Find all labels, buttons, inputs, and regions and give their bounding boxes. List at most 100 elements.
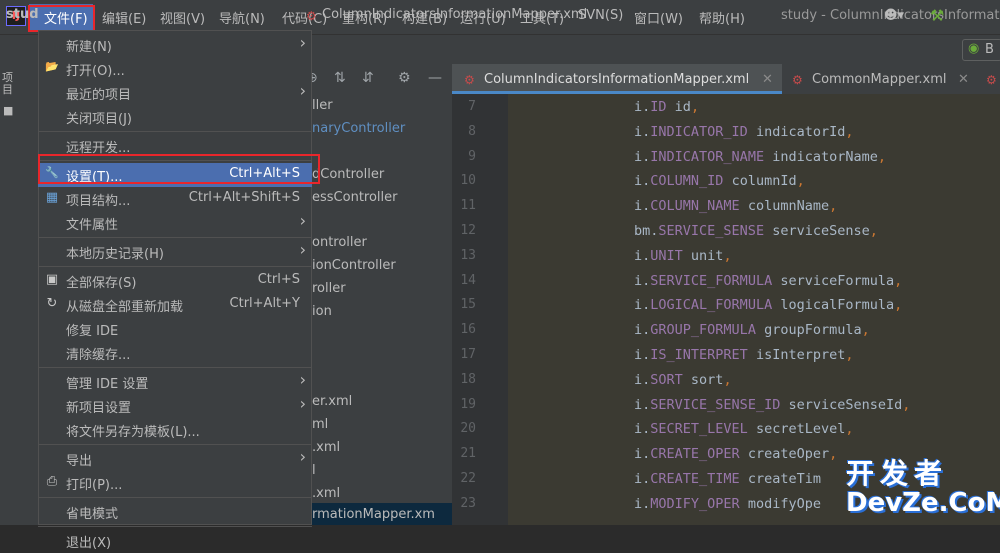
menu-item[interactable]: ⎙ 打印(P)... bbox=[38, 471, 312, 495]
comma: , bbox=[902, 396, 911, 413]
line-number: 7 bbox=[468, 99, 476, 114]
menu-item-shortcut: Ctrl+Alt+Y bbox=[229, 296, 300, 311]
menu-item[interactable]: 新项目设置 › bbox=[38, 394, 312, 418]
menu-item[interactable]: 修复 IDE bbox=[38, 317, 312, 341]
menu-item-label: 修复 IDE bbox=[66, 324, 119, 339]
menu-edit[interactable]: 编辑(E) bbox=[102, 8, 146, 27]
menu-view[interactable]: 视图(V) bbox=[160, 8, 205, 27]
table-alias: i bbox=[634, 247, 643, 264]
table-alias: i bbox=[634, 371, 643, 388]
xml-mapper-icon: ⚙ bbox=[464, 73, 475, 87]
column-alias: serviceSenseId bbox=[780, 396, 903, 413]
submenu-arrow-icon: › bbox=[299, 211, 306, 230]
menu-item[interactable]: 将文件另存为模板(L)... bbox=[38, 418, 312, 442]
comma: , bbox=[723, 371, 732, 388]
tree-item[interactable]: .xml bbox=[312, 440, 340, 455]
menu-item[interactable]: 退出(X) bbox=[38, 529, 312, 553]
column-name: CREATE_OPER bbox=[650, 446, 740, 463]
submenu-arrow-icon: › bbox=[299, 33, 306, 52]
column-name: COLUMN_ID bbox=[650, 173, 724, 190]
collapse-all-icon[interactable]: ⇵ bbox=[362, 70, 374, 86]
tree-item[interactable]: ontroller bbox=[312, 235, 367, 250]
menu-item[interactable]: 清除缓存... bbox=[38, 341, 312, 365]
submenu-arrow-icon: › bbox=[299, 447, 306, 466]
column-name: INDICATOR_NAME bbox=[650, 148, 765, 165]
menu-item[interactable]: 新建(N) › bbox=[38, 33, 312, 57]
expand-all-icon[interactable]: ⇅ bbox=[334, 70, 346, 86]
build-hammer-icon[interactable]: ⚒ bbox=[930, 6, 944, 25]
menu-item[interactable]: ▦ 项目结构... Ctrl+Alt+Shift+S bbox=[38, 187, 312, 211]
breadcrumb-file[interactable]: ColumnIndicatorsInformationMapper.xml bbox=[322, 7, 587, 22]
menu-item-label: 退出(X) bbox=[66, 536, 112, 551]
run-config-button[interactable]: ◉ B bbox=[962, 39, 1000, 61]
menu-item[interactable]: 📂 打开(O)... bbox=[38, 57, 312, 81]
menu-item-label: 文件属性 bbox=[66, 218, 119, 233]
line-number: 21 bbox=[460, 446, 476, 462]
left-tool-strip bbox=[0, 64, 20, 525]
line-number: 15 bbox=[460, 297, 476, 313]
line-number: 22 bbox=[460, 471, 476, 486]
menu-window[interactable]: 窗口(W) bbox=[634, 8, 683, 27]
line-number: 23 bbox=[460, 495, 476, 511]
close-tab-icon[interactable]: ✕ bbox=[958, 72, 969, 87]
table-alias: i bbox=[634, 198, 643, 215]
tree-item[interactable]: rmationMapper.xm bbox=[312, 507, 435, 522]
menu-item-label: 导出 bbox=[66, 454, 93, 469]
menu-item-label: 本地历史记录(H) bbox=[66, 247, 164, 262]
menu-separator bbox=[38, 444, 312, 445]
tree-item[interactable]: er.xml bbox=[312, 394, 352, 409]
column-alias: serviceFormula bbox=[772, 272, 895, 289]
table-alias: i bbox=[634, 148, 643, 165]
project-tool-window-button[interactable]: 项目 bbox=[2, 72, 16, 96]
menu-separator bbox=[38, 497, 312, 498]
tree-item[interactable]: ller bbox=[312, 98, 333, 113]
menu-item[interactable]: 关闭项目(J) bbox=[38, 105, 312, 129]
line-number: 8 bbox=[468, 123, 476, 139]
tree-item[interactable]: ml bbox=[312, 417, 328, 432]
menu-item-shortcut: Ctrl+Alt+Shift+S bbox=[188, 190, 300, 205]
menu-item-label: 项目结构... bbox=[66, 194, 131, 209]
menu-separator bbox=[38, 367, 312, 368]
menu-item-label: 新建(N) bbox=[66, 40, 112, 55]
menu-item[interactable]: ▣ 全部保存(S) Ctrl+S bbox=[38, 269, 312, 293]
run-config-icon: ◉ bbox=[968, 41, 980, 56]
menu-item[interactable]: 管理 IDE 设置 › bbox=[38, 370, 312, 394]
code-line: i.MODIFY_OPER modifyOpe bbox=[634, 496, 821, 512]
run-config-label: B bbox=[985, 42, 994, 57]
xml-mapper-icon: ⚙ bbox=[986, 73, 997, 87]
tree-item[interactable]: .xml bbox=[312, 486, 340, 501]
tree-item[interactable]: roller bbox=[312, 281, 346, 296]
close-tab-icon[interactable]: ✕ bbox=[762, 72, 773, 87]
menu-item[interactable]: 导出 › bbox=[38, 447, 312, 471]
gear-icon[interactable]: ⚙ bbox=[398, 70, 411, 86]
line-number: 13 bbox=[460, 247, 476, 263]
menu-item[interactable]: 省电模式 bbox=[38, 500, 312, 524]
menu-item[interactable]: 本地历史记录(H) › bbox=[38, 240, 312, 264]
menu-navigate[interactable]: 导航(N) bbox=[219, 8, 265, 27]
submenu-arrow-icon: › bbox=[299, 394, 306, 413]
tree-item[interactable]: ionController bbox=[312, 258, 396, 273]
menu-code[interactable]: 代码(C) bbox=[282, 8, 327, 27]
tree-item[interactable]: essController bbox=[312, 190, 398, 205]
tab-label: CommonMapper.xml bbox=[812, 72, 947, 87]
user-account-icon[interactable]: ☻▾ bbox=[884, 8, 904, 23]
column-alias: secretLevel bbox=[747, 421, 846, 438]
tree-item[interactable]: dController bbox=[312, 167, 384, 182]
column-name: SERVICE_FORMULA bbox=[650, 272, 773, 289]
table-alias: i bbox=[634, 297, 643, 314]
comma: , bbox=[829, 446, 838, 463]
tree-item[interactable]: naryController bbox=[312, 121, 405, 136]
menu-help[interactable]: 帮助(H) bbox=[699, 8, 745, 27]
menu-item[interactable]: ↻ 从磁盘全部重新加载 Ctrl+Alt+Y bbox=[38, 293, 312, 317]
code-line: i.IS_INTERPRET isInterpret, bbox=[634, 347, 854, 363]
tree-item[interactable]: l bbox=[312, 463, 316, 478]
menu-item[interactable]: 文件属性 › bbox=[38, 211, 312, 235]
breadcrumb-project[interactable]: stud bbox=[6, 7, 39, 22]
menu-item[interactable]: 最近的项目 › bbox=[38, 81, 312, 105]
tree-item[interactable]: ion bbox=[312, 304, 332, 319]
submenu-arrow-icon: › bbox=[299, 240, 306, 259]
hide-panel-icon[interactable]: — bbox=[428, 70, 442, 86]
column-name: MODIFY_OPER bbox=[650, 495, 740, 512]
table-alias: i bbox=[634, 272, 643, 289]
tab-label: ColumnIndicatorsInformationMapper.xml bbox=[484, 72, 750, 87]
